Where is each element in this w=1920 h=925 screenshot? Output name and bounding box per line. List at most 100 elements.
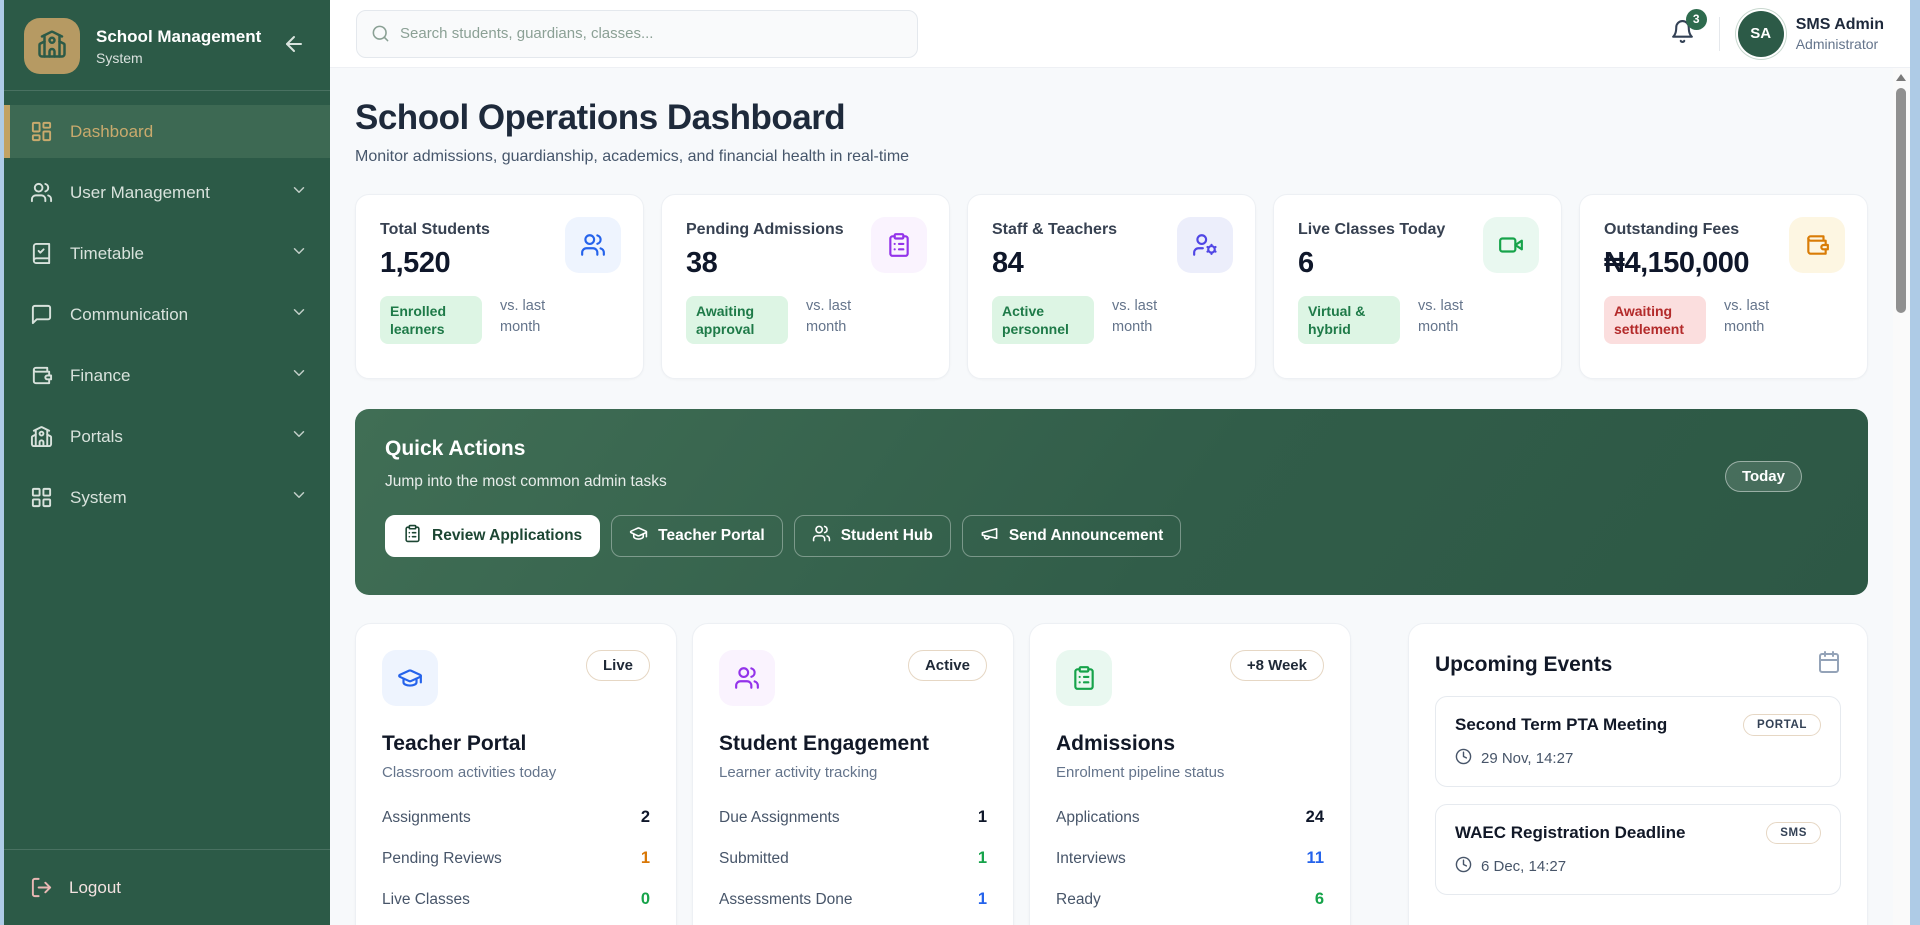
card-subtitle: Classroom activities today — [382, 764, 650, 781]
scrollbar-up-arrow[interactable] — [1896, 74, 1906, 81]
stat-note: vs. last month — [1418, 296, 1482, 338]
users-icon — [812, 524, 831, 548]
sidebar: School Management System Dashboard User … — [4, 0, 330, 925]
button-label: Review Applications — [432, 527, 582, 545]
user-menu[interactable]: SA SMS Admin Administrator — [1738, 11, 1884, 57]
scrollbar-thumb[interactable] — [1896, 88, 1906, 313]
card-title: Student Engagement — [719, 732, 987, 756]
teacher-portal-card: Live Teacher Portal Classroom activities… — [355, 623, 677, 925]
notifications-button[interactable]: 3 — [1664, 15, 1701, 53]
stat-note: vs. last month — [1112, 296, 1176, 338]
page-subtitle: Monitor admissions, guardianship, academ… — [355, 148, 1868, 166]
grid-icon — [30, 486, 53, 509]
topbar: 3 SA SMS Admin Administrator — [330, 0, 1910, 68]
sidebar-collapse-button[interactable] — [282, 32, 310, 61]
button-label: Send Announcement — [1009, 527, 1163, 545]
sidebar-nav: Dashboard User Management Timetable Comm… — [4, 91, 330, 849]
teacher-portal-button[interactable]: Teacher Portal — [611, 515, 783, 557]
stat-row: Pending Reviews 1 — [382, 838, 650, 879]
stat-cards-row: Total Students 1,520 Enrolled learners v… — [355, 194, 1868, 379]
review-applications-button[interactable]: Review Applications — [385, 515, 600, 557]
stat-row: Assessments Done 1 — [719, 879, 987, 920]
card-title: Admissions — [1056, 732, 1324, 756]
sidebar-item-communication[interactable]: Communication — [4, 288, 330, 341]
row-value: 24 — [1306, 808, 1324, 827]
user-name: SMS Admin — [1796, 16, 1884, 34]
search-input[interactable] — [400, 25, 903, 42]
row-value: 0 — [641, 890, 650, 909]
dashboard-grid-icon — [30, 120, 53, 143]
student-hub-button[interactable]: Student Hub — [794, 515, 951, 557]
clock-icon — [1455, 748, 1472, 769]
stat-row: Submitted 1 — [719, 838, 987, 879]
brand-title: School Management — [96, 27, 266, 47]
event-time: 29 Nov, 14:27 — [1481, 750, 1573, 767]
graduation-cap-icon — [629, 524, 648, 548]
stat-note: vs. last month — [1724, 296, 1788, 338]
video-camera-icon — [1483, 217, 1539, 273]
chevron-down-icon — [290, 425, 308, 448]
window-edge-right — [1910, 0, 1920, 925]
row-label: Pending Reviews — [382, 850, 502, 868]
event-title: WAEC Registration Deadline — [1455, 823, 1685, 843]
wallet-icon — [30, 364, 53, 387]
main-content: School Operations Dashboard Monitor admi… — [330, 68, 1910, 925]
clock-icon — [1455, 856, 1472, 877]
avatar: SA — [1738, 11, 1784, 57]
stat-card-total-students: Total Students 1,520 Enrolled learners v… — [355, 194, 644, 379]
event-tag: PORTAL — [1743, 714, 1821, 736]
event-item[interactable]: Second Term PTA Meeting PORTAL 29 Nov, 1… — [1435, 696, 1841, 787]
logout-button[interactable]: Logout — [30, 876, 304, 899]
scrollbar[interactable] — [1893, 68, 1910, 925]
quick-actions-subtitle: Jump into the most common admin tasks — [385, 473, 1838, 491]
sidebar-item-user-management[interactable]: User Management — [4, 166, 330, 219]
logout-icon — [30, 876, 53, 899]
stat-badge: Awaiting settlement — [1604, 296, 1706, 344]
sidebar-item-system[interactable]: System — [4, 471, 330, 524]
stat-row: Due Assignments 1 — [719, 797, 987, 838]
row-value: 2 — [641, 808, 650, 827]
calendar-icon — [1817, 650, 1841, 679]
sidebar-item-label: Finance — [70, 366, 130, 386]
event-title: Second Term PTA Meeting — [1455, 715, 1667, 735]
row-label: Live Classes — [382, 891, 470, 909]
row-label: Submitted — [719, 850, 789, 868]
student-engagement-card: Active Student Engagement Learner activi… — [692, 623, 1014, 925]
bottom-cards-row: Live Teacher Portal Classroom activities… — [355, 623, 1868, 925]
status-pill: Live — [586, 650, 650, 681]
row-label: Applications — [1056, 809, 1140, 827]
notification-count-badge: 3 — [1686, 9, 1707, 30]
row-value: 1 — [978, 849, 987, 868]
sidebar-item-dashboard[interactable]: Dashboard — [4, 105, 330, 158]
sidebar-item-portals[interactable]: Portals — [4, 410, 330, 463]
stat-note: vs. last month — [806, 296, 870, 338]
event-item[interactable]: WAEC Registration Deadline SMS 6 Dec, 14… — [1435, 804, 1841, 895]
chevron-down-icon — [290, 364, 308, 387]
events-title: Upcoming Events — [1435, 653, 1612, 677]
sidebar-item-label: Dashboard — [70, 122, 153, 142]
sidebar-item-finance[interactable]: Finance — [4, 349, 330, 402]
chevron-down-icon — [290, 303, 308, 326]
sidebar-item-timetable[interactable]: Timetable — [4, 227, 330, 280]
row-value: 11 — [1307, 849, 1324, 868]
stat-badge: Enrolled learners — [380, 296, 482, 344]
sidebar-header: School Management System — [4, 0, 330, 91]
bell-icon — [1670, 31, 1695, 48]
stat-badge: Active personnel — [992, 296, 1094, 344]
school-building-icon — [37, 29, 67, 64]
app-logo — [24, 18, 80, 74]
logout-label: Logout — [69, 878, 121, 898]
users-icon — [565, 217, 621, 273]
admissions-card: +8 Week Admissions Enrolment pipeline st… — [1029, 623, 1351, 925]
row-label: Due Assignments — [719, 809, 840, 827]
stat-card-pending-admissions: Pending Admissions 38 Awaiting approval … — [661, 194, 950, 379]
row-value: 1 — [978, 890, 987, 909]
clipboard-list-icon — [403, 524, 422, 548]
wallet-icon — [1789, 217, 1845, 273]
card-subtitle: Learner activity tracking — [719, 764, 987, 781]
user-gear-icon — [1177, 217, 1233, 273]
graduation-cap-icon — [382, 650, 438, 706]
send-announcement-button[interactable]: Send Announcement — [962, 515, 1181, 557]
today-pill: Today — [1725, 461, 1802, 492]
stat-card-outstanding-fees: Outstanding Fees ₦4,150,000 Awaiting set… — [1579, 194, 1868, 379]
